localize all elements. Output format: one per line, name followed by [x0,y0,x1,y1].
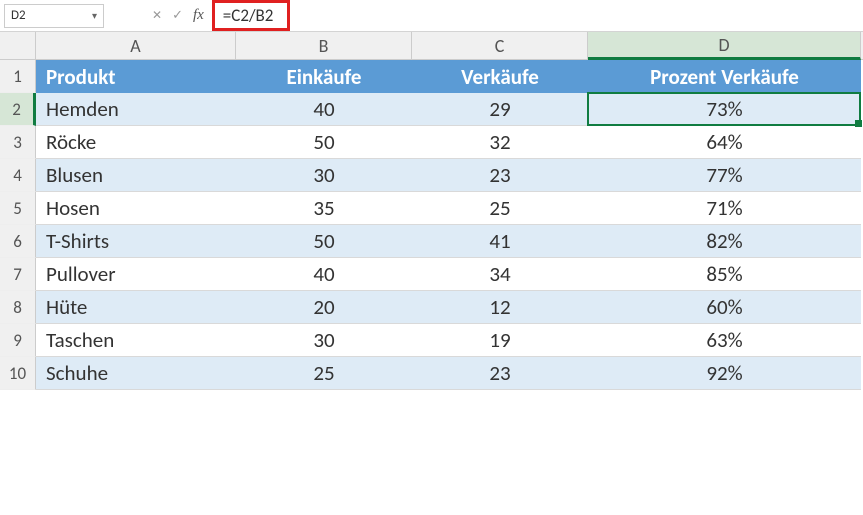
cell[interactable]: 23 [412,159,588,192]
row-header[interactable]: 4 [0,159,36,192]
row-header[interactable]: 7 [0,258,36,291]
row-header[interactable]: 6 [0,225,36,258]
row-header[interactable]: 9 [0,324,36,357]
cell[interactable]: 40 [236,93,412,126]
cell[interactable]: 60% [588,291,861,324]
cell[interactable]: Prozent Verkäufe [588,60,861,93]
cell[interactable]: Hosen [36,192,236,225]
cell[interactable]: 41 [412,225,588,258]
cell[interactable]: Taschen [36,324,236,357]
cell[interactable]: Hüte [36,291,236,324]
cell[interactable]: 32 [412,126,588,159]
cell[interactable]: 71% [588,192,861,225]
cell[interactable]: 40 [236,258,412,291]
table-row: 4 Blusen 30 23 77% [0,159,863,192]
cell[interactable]: 23 [412,357,588,390]
cell[interactable]: 20 [236,291,412,324]
name-box[interactable]: D2 ▾ [4,4,104,28]
column-headers: A B C D [0,32,863,60]
table-row: 3 Röcke 50 32 64% [0,126,863,159]
cell-selected[interactable]: 73% [588,93,861,126]
cell[interactable]: Pullover [36,258,236,291]
cell[interactable]: 34 [412,258,588,291]
cell[interactable]: Einkäufe [236,60,412,93]
table-row: 9 Taschen 30 19 63% [0,324,863,357]
cell[interactable]: 92% [588,357,861,390]
row-header[interactable]: 1 [0,60,36,93]
row-header[interactable]: 10 [0,357,36,390]
row-header[interactable]: 3 [0,126,36,159]
row-header[interactable]: 8 [0,291,36,324]
chevron-down-icon[interactable]: ▾ [92,9,97,22]
table-row: 7 Pullover 40 34 85% [0,258,863,291]
cell[interactable]: Blusen [36,159,236,192]
col-header-B[interactable]: B [236,32,412,59]
select-all-corner[interactable] [0,32,36,59]
fx-icon[interactable]: fx [193,7,204,24]
cell[interactable]: Verkäufe [412,60,588,93]
cell[interactable]: T-Shirts [36,225,236,258]
cell[interactable]: 35 [236,192,412,225]
col-header-D[interactable]: D [588,32,861,60]
cell[interactable]: 25 [412,192,588,225]
cell[interactable]: 77% [588,159,861,192]
formula-input[interactable]: =C2/B2 [212,0,291,31]
col-header-A[interactable]: A [36,32,236,59]
cell[interactable]: 19 [412,324,588,357]
cell[interactable]: 85% [588,258,861,291]
spreadsheet-grid: A B C D 1 Produkt Einkäufe Verkäufe Proz… [0,32,863,390]
cell[interactable]: 63% [588,324,861,357]
cell[interactable]: 30 [236,159,412,192]
cell[interactable]: 29 [412,93,588,126]
cell[interactable]: 50 [236,225,412,258]
table-row: 2 Hemden 40 29 73% [0,93,863,126]
cell[interactable]: 25 [236,357,412,390]
formula-value: =C2/B2 [212,0,291,31]
cancel-icon[interactable] [152,8,162,23]
cell[interactable]: 82% [588,225,861,258]
table-row: 5 Hosen 35 25 71% [0,192,863,225]
cell[interactable]: 30 [236,324,412,357]
name-box-value: D2 [11,8,26,23]
cell[interactable]: 50 [236,126,412,159]
col-header-C[interactable]: C [412,32,588,59]
table-row: 10 Schuhe 25 23 92% [0,357,863,390]
table-row: 8 Hüte 20 12 60% [0,291,863,324]
cell[interactable]: Hemden [36,93,236,126]
row-header[interactable]: 5 [0,192,36,225]
cell[interactable]: Schuhe [36,357,236,390]
cell[interactable]: Produkt [36,60,236,93]
confirm-icon[interactable] [172,8,183,23]
table-row: 6 T-Shirts 50 41 82% [0,225,863,258]
formula-bar-actions: fx [144,7,212,24]
cell[interactable]: 12 [412,291,588,324]
cell[interactable]: 64% [588,126,861,159]
formula-bar: D2 ▾ fx =C2/B2 [0,0,863,32]
row-header[interactable]: 2 [0,93,36,126]
table-row: 1 Produkt Einkäufe Verkäufe Prozent Verk… [0,60,863,93]
cell[interactable]: Röcke [36,126,236,159]
